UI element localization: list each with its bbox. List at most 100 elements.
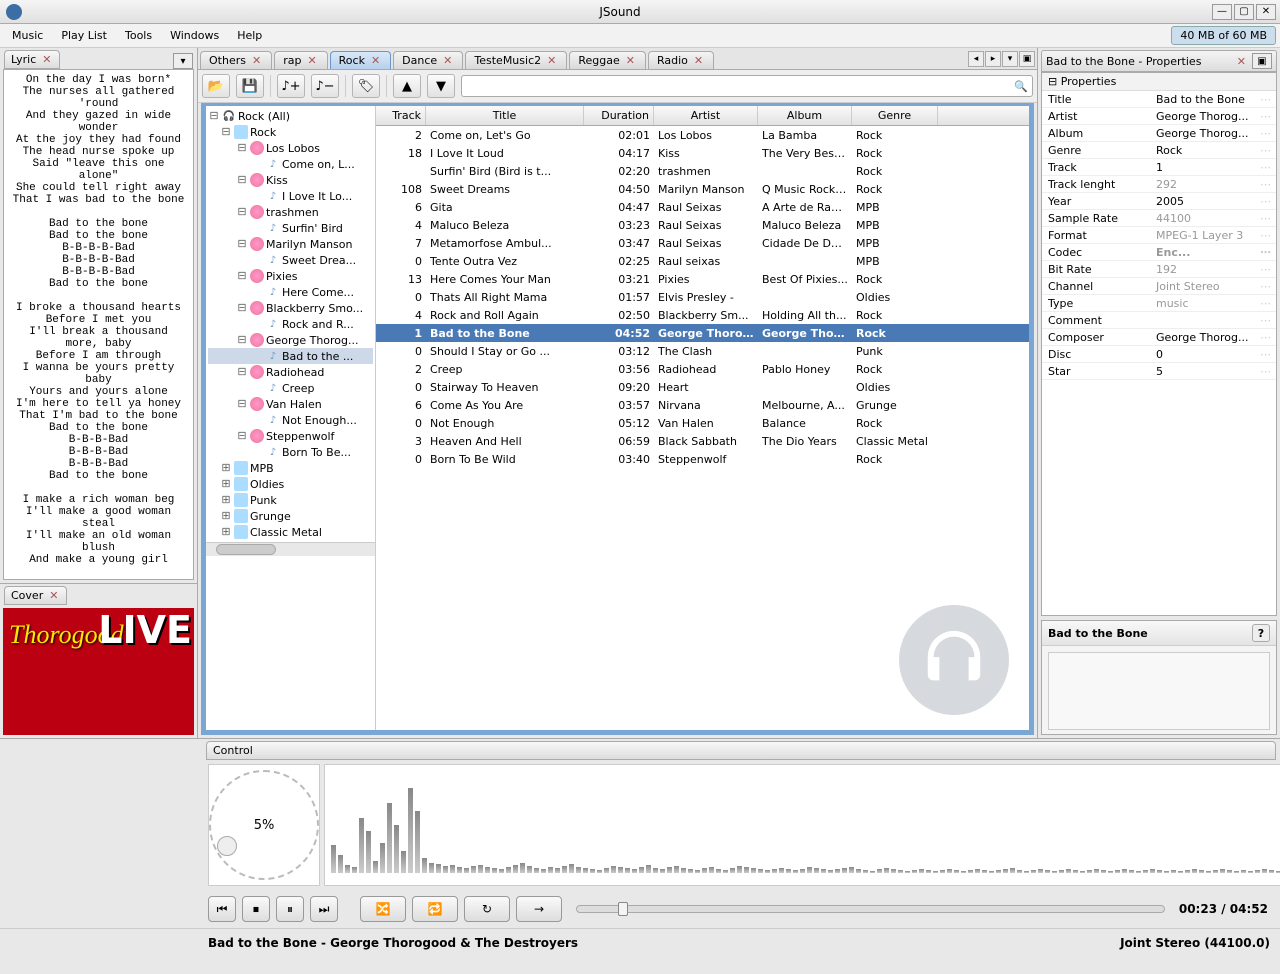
property-row[interactable]: TitleBad to the Bone⋯ (1042, 91, 1276, 108)
tree-node[interactable]: ♪Sweet Drea... (208, 252, 373, 268)
seek-thumb[interactable] (618, 902, 628, 916)
property-more-icon[interactable]: ⋯ (1260, 314, 1276, 327)
tab-close-icon[interactable]: ✕ (305, 54, 318, 67)
property-more-icon[interactable]: ⋯ (1260, 110, 1276, 123)
search-input[interactable] (466, 80, 1014, 92)
tab-scroll-left[interactable]: ◂ (968, 51, 984, 67)
property-row[interactable]: ComposerGeorge Thorog...⋯ (1042, 329, 1276, 346)
track-row[interactable]: 6Come As You Are03:57NirvanaMelbourne, A… (376, 396, 1029, 414)
track-row[interactable]: 108Sweet Dreams04:50Marilyn MansonQ Musi… (376, 180, 1029, 198)
tree-node[interactable]: ⊟Radiohead (208, 364, 373, 380)
track-row[interactable]: 4Rock and Roll Again02:50Blackberry Sm..… (376, 306, 1029, 324)
menu-help[interactable]: Help (229, 26, 270, 45)
tree-node[interactable]: ♪Bad to the ... (208, 348, 373, 364)
tree-node[interactable]: ⊟George Thorog... (208, 332, 373, 348)
property-more-icon[interactable]: ⋯ (1260, 331, 1276, 344)
playlist-tab[interactable]: Rock✕ (330, 51, 392, 69)
track-row[interactable]: 3Heaven And Hell06:59Black SabbathThe Di… (376, 432, 1029, 450)
properties-close-icon[interactable]: ✕ (1235, 55, 1248, 68)
property-row[interactable]: AlbumGeorge Thorog...⋯ (1042, 125, 1276, 142)
track-row[interactable]: 0Tente Outra Vez02:25Raul seixasMPB (376, 252, 1029, 270)
property-row[interactable]: Track1⋯ (1042, 159, 1276, 176)
tab-close-icon[interactable]: ✕ (692, 54, 705, 67)
tree-node[interactable]: ⊞Classic Metal (208, 524, 373, 540)
minimize-button[interactable]: — (1212, 4, 1232, 20)
tree-node[interactable]: ⊞MPB (208, 460, 373, 476)
property-more-icon[interactable]: ⋯ (1260, 93, 1276, 106)
menu-windows[interactable]: Windows (162, 26, 227, 45)
menu-tools[interactable]: Tools (117, 26, 160, 45)
tree-node[interactable]: ♪Creep (208, 380, 373, 396)
col-track[interactable]: Track (376, 106, 426, 125)
tree-node[interactable]: ⊞Punk (208, 492, 373, 508)
track-row[interactable]: 0Stairway To Heaven09:20HeartOldies (376, 378, 1029, 396)
property-more-icon[interactable]: ⋯ (1260, 263, 1276, 276)
tree-node[interactable]: ⊟Steppenwolf (208, 428, 373, 444)
property-more-icon[interactable]: ⋯ (1260, 348, 1276, 361)
properties-toggle-button[interactable]: ▣ (1252, 53, 1272, 69)
tab-scroll-right[interactable]: ▸ (985, 51, 1001, 67)
property-row[interactable]: GenreRock⋯ (1042, 142, 1276, 159)
tree-node[interactable]: ♪I Love It Lo... (208, 188, 373, 204)
track-row[interactable]: 4Maluco Beleza03:23Raul SeixasMaluco Bel… (376, 216, 1029, 234)
tree-node[interactable]: ⊟Van Halen (208, 396, 373, 412)
property-row[interactable]: Star5⋯ (1042, 363, 1276, 380)
property-more-icon[interactable]: ⋯ (1260, 229, 1276, 242)
track-row[interactable]: 2Come on, Let's Go02:01Los LobosLa Bamba… (376, 126, 1029, 144)
tree-node[interactable]: ♪Born To Be... (208, 444, 373, 460)
next-button[interactable]: ⏭ (310, 896, 338, 922)
track-row[interactable]: 2Creep03:56RadioheadPablo HoneyRock (376, 360, 1029, 378)
property-more-icon[interactable]: ⋯ (1260, 297, 1276, 310)
tab-dropdown[interactable]: ▾ (1002, 51, 1018, 67)
playlist-tab[interactable]: Reggae✕ (569, 51, 646, 69)
track-row[interactable]: 0Should I Stay or Go ...03:12The ClashPu… (376, 342, 1029, 360)
close-button[interactable]: ✕ (1256, 4, 1276, 20)
tab-close-icon[interactable]: ✕ (369, 54, 382, 67)
playlist-tab[interactable]: Dance✕ (393, 51, 463, 69)
property-more-icon[interactable]: ⋯ (1260, 127, 1276, 140)
tree-node[interactable]: ⊟Marilyn Manson (208, 236, 373, 252)
tree-node[interactable]: ♪Come on, L... (208, 156, 373, 172)
move-up-button[interactable]: ▲ (393, 74, 421, 98)
property-row[interactable]: ChannelJoint Stereo⋯ (1042, 278, 1276, 295)
remove-track-button[interactable]: ♪− (311, 74, 339, 98)
playlist-tab[interactable]: rap✕ (274, 51, 327, 69)
property-row[interactable]: Comment⋯ (1042, 312, 1276, 329)
tab-close-icon[interactable]: ✕ (441, 54, 454, 67)
seek-slider[interactable] (576, 905, 1165, 913)
menu-playlist[interactable]: Play List (53, 26, 115, 45)
lyric-toggle-button[interactable]: ▾ (173, 53, 193, 69)
property-row[interactable]: Sample Rate44100⋯ (1042, 210, 1276, 227)
lyric-tab[interactable]: Lyric ✕ (4, 50, 60, 69)
tree-node[interactable]: ♪Rock and R... (208, 316, 373, 332)
property-row[interactable]: Disc0⋯ (1042, 346, 1276, 363)
col-title[interactable]: Title (426, 106, 584, 125)
property-row[interactable]: CodecEnc...⋯ (1042, 244, 1276, 261)
track-row[interactable]: 0Thats All Right Mama01:57Elvis Presley … (376, 288, 1029, 306)
genre-tree[interactable]: ⊟🎧Rock (All)⊟Rock⊟Los Lobos♪Come on, L..… (206, 106, 376, 730)
tag-button[interactable]: 🏷 (352, 74, 380, 98)
track-row[interactable]: 1Bad to the Bone04:52George Thoro...Geor… (376, 324, 1029, 342)
property-more-icon[interactable]: ⋯ (1260, 161, 1276, 174)
tree-node[interactable]: ⊟🎧Rock (All) (208, 108, 373, 124)
tree-node[interactable]: ♪Here Come... (208, 284, 373, 300)
property-more-icon[interactable]: ⋯ (1260, 195, 1276, 208)
playlist-tab[interactable]: Others✕ (200, 51, 272, 69)
volume-knob[interactable]: 5% (209, 770, 319, 880)
help-icon[interactable]: ? (1252, 624, 1270, 642)
tree-node[interactable]: ⊟trashmen (208, 204, 373, 220)
add-track-button[interactable]: ♪+ (277, 74, 305, 98)
property-row[interactable]: Typemusic⋯ (1042, 295, 1276, 312)
continue-button[interactable]: → (516, 896, 562, 922)
property-row[interactable]: FormatMPEG-1 Layer 3⋯ (1042, 227, 1276, 244)
prev-button[interactable]: ⏮ (208, 896, 236, 922)
property-row[interactable]: ArtistGeorge Thorog...⋯ (1042, 108, 1276, 125)
repeat-one-button[interactable]: ↻ (464, 896, 510, 922)
tab-close-icon[interactable]: ✕ (250, 54, 263, 67)
menu-music[interactable]: Music (4, 26, 51, 45)
tree-node[interactable]: ⊟Pixies (208, 268, 373, 284)
property-more-icon[interactable]: ⋯ (1260, 178, 1276, 191)
track-table[interactable]: Track Title Duration Artist Album Genre … (376, 106, 1029, 730)
track-row[interactable]: 18I Love It Loud04:17KissThe Very Best..… (376, 144, 1029, 162)
property-more-icon[interactable]: ⋯ (1260, 212, 1276, 225)
